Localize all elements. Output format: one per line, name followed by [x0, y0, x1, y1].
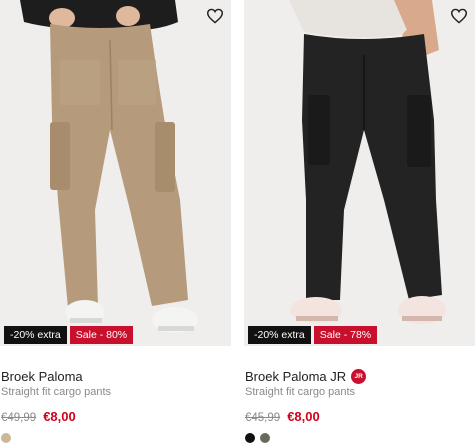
color-swatch-black[interactable] — [245, 433, 255, 443]
product-card[interactable]: -20% extra Sale - 80% Broek Paloma Strai… — [0, 0, 231, 446]
promo-badges: -20% extra Sale - 80% — [4, 326, 134, 344]
color-swatches — [1, 433, 11, 443]
promo-badges: -20% extra Sale - 78% — [248, 326, 378, 344]
product-image[interactable]: -20% extra Sale - 78% — [244, 0, 475, 346]
color-swatch-beige[interactable] — [1, 433, 11, 443]
wishlist-heart-icon[interactable] — [203, 4, 227, 28]
price-row: €45,99 €8,00 — [245, 409, 320, 424]
product-name[interactable]: Broek Paloma — [1, 369, 83, 384]
extra-discount-badge: -20% extra — [248, 326, 311, 344]
sale-price: €8,00 — [287, 409, 320, 424]
wishlist-heart-icon[interactable] — [447, 4, 471, 28]
sale-badge: Sale - 78% — [313, 326, 378, 344]
color-swatches — [245, 433, 270, 443]
sale-price: €8,00 — [43, 409, 76, 424]
product-description: Straight fit cargo pants — [245, 386, 356, 398]
price-row: €49,99 €8,00 — [1, 409, 76, 424]
extra-discount-badge: -20% extra — [4, 326, 67, 344]
product-name[interactable]: Broek Paloma JR JR — [245, 369, 367, 384]
product-image[interactable]: -20% extra Sale - 80% — [0, 0, 231, 346]
original-price: €49,99 — [1, 412, 37, 424]
original-price: €45,99 — [245, 412, 281, 424]
sale-badge: Sale - 80% — [69, 326, 134, 344]
product-description: Straight fit cargo pants — [1, 386, 112, 398]
junior-badge: JR — [351, 369, 367, 384]
color-swatch-olive[interactable] — [260, 433, 270, 443]
product-card[interactable]: -20% extra Sale - 78% Broek Paloma JR JR… — [244, 0, 475, 446]
